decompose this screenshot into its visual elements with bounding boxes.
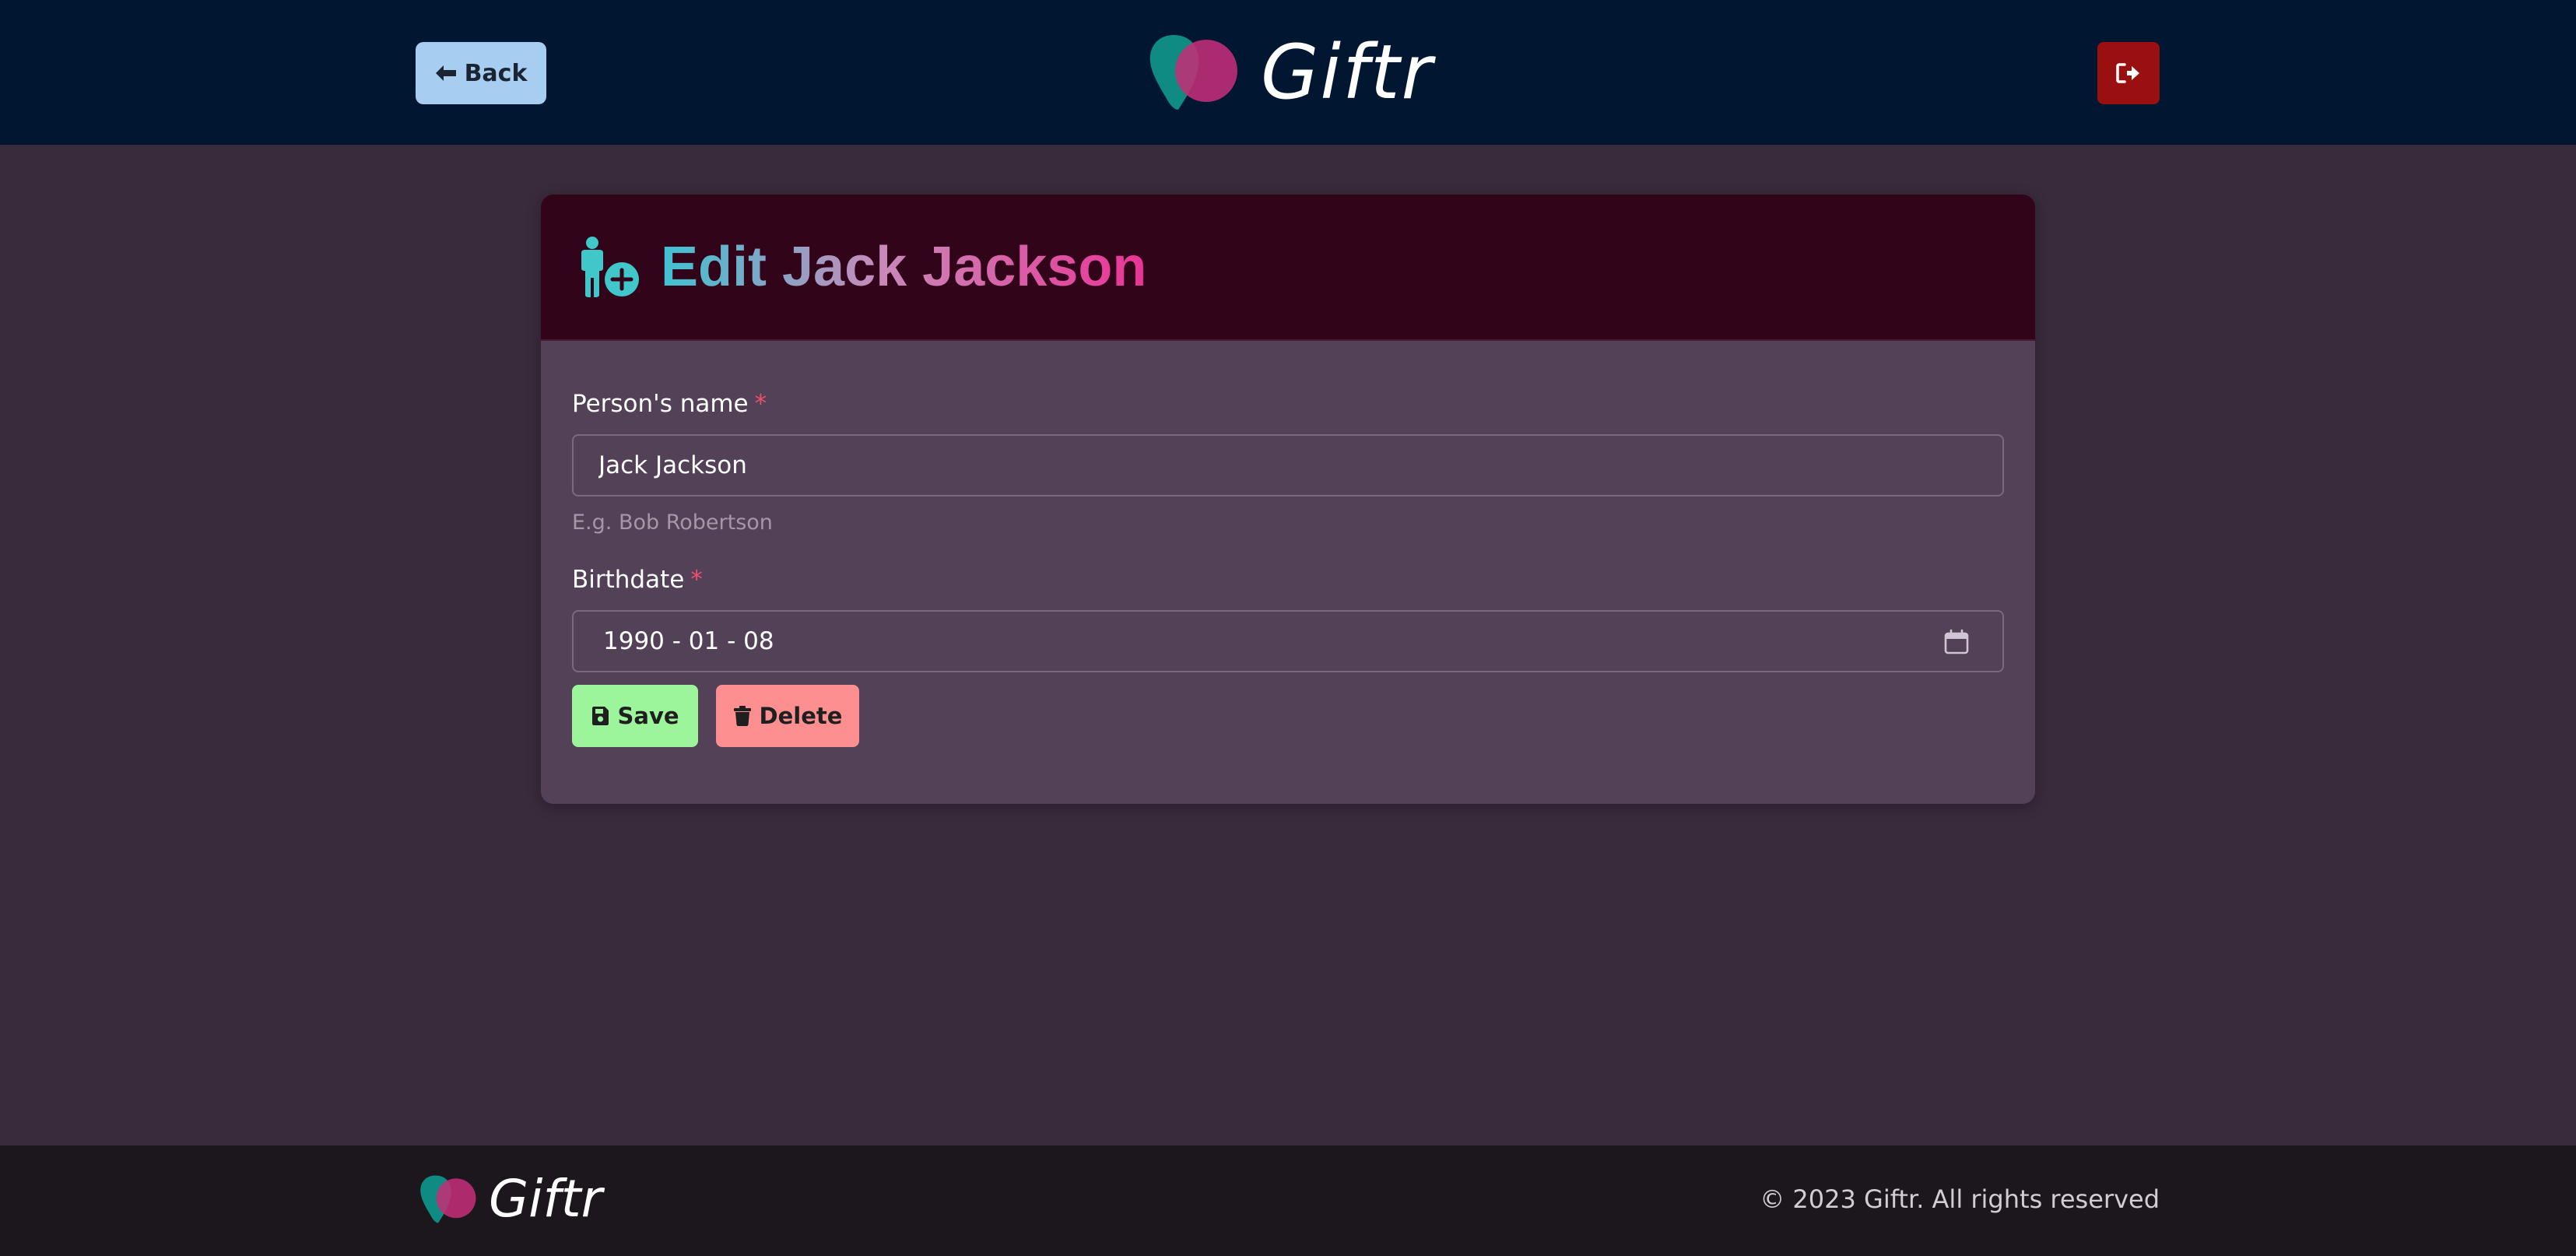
birthdate-value: 1990 - 01 - 08	[603, 627, 774, 655]
birthdate-field-label: Birthdate *	[572, 566, 703, 594]
calendar-icon[interactable]	[1943, 629, 1970, 655]
back-button[interactable]: Back	[416, 42, 546, 104]
delete-button-label: Delete	[759, 703, 843, 729]
footer-brand-logo[interactable]: Giftr	[416, 1174, 602, 1225]
required-marker: *	[754, 390, 767, 418]
birthdate-input[interactable]: 1990 - 01 - 08	[572, 610, 2004, 672]
edit-person-card: Edit Jack Jackson Person's name* E.g. Bo…	[541, 195, 2035, 804]
save-button[interactable]: Save	[572, 685, 698, 747]
footer: Giftr © 2023 Giftr. All rights reserved	[0, 1145, 2576, 1256]
logout-button[interactable]	[2097, 42, 2160, 104]
card-header: Edit Jack Jackson	[541, 195, 2035, 341]
brand-logo[interactable]: Giftr	[1142, 30, 1434, 115]
back-button-label: Back	[464, 59, 528, 87]
floppy-disk-icon	[592, 707, 609, 725]
name-label-text: Person's name	[572, 390, 749, 418]
arrow-left-icon	[435, 65, 456, 81]
trash-icon	[733, 706, 751, 726]
delete-button[interactable]: Delete	[716, 685, 859, 747]
brand-wordmark: Giftr	[1261, 29, 1434, 116]
copyright-text: © 2023 Giftr. All rights reserved	[1760, 1184, 2160, 1214]
person-add-icon	[581, 237, 639, 297]
page-title: Edit Jack Jackson	[661, 236, 1147, 298]
top-navbar: Back Giftr	[0, 0, 2576, 145]
name-field-label: Person's name *	[572, 390, 767, 418]
birthdate-label-text: Birthdate	[572, 566, 685, 594]
sign-out-icon	[2116, 63, 2139, 83]
footer-brand-wordmark: Giftr	[489, 1169, 602, 1229]
required-marker: *	[690, 566, 703, 594]
giftr-logo-icon	[420, 1175, 476, 1223]
save-button-label: Save	[617, 703, 679, 729]
giftr-logo-icon	[1149, 35, 1237, 110]
name-help-text: E.g. Bob Robertson	[572, 510, 773, 535]
person-name-input[interactable]	[572, 434, 2004, 496]
